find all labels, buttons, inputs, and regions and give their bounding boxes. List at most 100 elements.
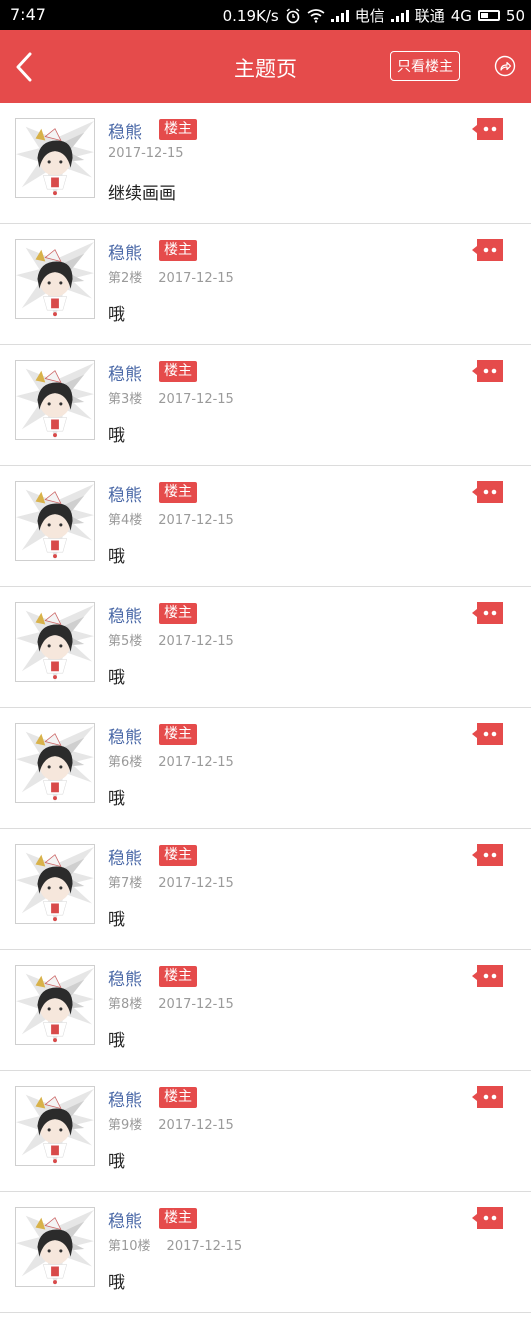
avatar[interactable] bbox=[15, 1207, 95, 1287]
op-badge: 楼主 bbox=[159, 482, 197, 503]
floor-number: 第6楼 bbox=[108, 755, 143, 770]
post-item[interactable]: 稳熊 楼主 第8楼 2017-12-15 哦 bbox=[0, 950, 531, 1071]
share-button[interactable] bbox=[494, 55, 516, 77]
author-name[interactable]: 稳熊 bbox=[108, 844, 142, 869]
only-op-button[interactable]: 只看楼主 bbox=[390, 51, 460, 81]
post-content: 哦 bbox=[108, 668, 125, 688]
avatar-image bbox=[16, 724, 94, 802]
author-name[interactable]: 稳熊 bbox=[108, 239, 142, 264]
avatar-image bbox=[16, 845, 94, 923]
avatar[interactable] bbox=[15, 723, 95, 803]
post-date: 2017-12-15 bbox=[108, 146, 184, 161]
author-name[interactable]: 稳熊 bbox=[108, 602, 142, 627]
author-name[interactable]: 稳熊 bbox=[108, 1086, 142, 1111]
post-meta: 第6楼 2017-12-15 bbox=[108, 751, 234, 770]
comment-icon bbox=[472, 239, 503, 261]
post-item[interactable]: 稳熊 楼主 2017-12-15 继续画画 bbox=[0, 103, 531, 224]
comment-icon bbox=[472, 1086, 503, 1108]
reply-button[interactable] bbox=[471, 1084, 505, 1110]
post-meta: 第7楼 2017-12-15 bbox=[108, 872, 234, 891]
post-item[interactable]: 稳熊 楼主 第9楼 2017-12-15 哦 bbox=[0, 1071, 531, 1192]
avatar[interactable] bbox=[15, 118, 95, 198]
post-item[interactable]: 稳熊 楼主 第10楼 2017-12-15 哦 bbox=[0, 1192, 531, 1313]
author-name[interactable]: 稳熊 bbox=[108, 1207, 142, 1232]
alarm-icon bbox=[286, 7, 300, 23]
signal-icon bbox=[390, 9, 409, 22]
post-date: 2017-12-15 bbox=[158, 997, 234, 1012]
author-name[interactable]: 稳熊 bbox=[108, 481, 142, 506]
op-badge: 楼主 bbox=[159, 1087, 197, 1108]
post-meta: 第3楼 2017-12-15 bbox=[108, 388, 234, 407]
floor-number: 第8楼 bbox=[108, 997, 143, 1012]
op-badge: 楼主 bbox=[159, 966, 197, 987]
post-item[interactable]: 稳熊 楼主 第2楼 2017-12-15 哦 bbox=[0, 224, 531, 345]
post-content: 哦 bbox=[108, 1031, 125, 1051]
avatar[interactable] bbox=[15, 965, 95, 1045]
floor-number: 第4楼 bbox=[108, 513, 143, 528]
post-item[interactable]: 稳熊 楼主 第7楼 2017-12-15 哦 bbox=[0, 829, 531, 950]
floor-number: 第7楼 bbox=[108, 876, 143, 891]
carrier-2: 联通 bbox=[414, 7, 445, 25]
battery-level: 50 bbox=[505, 6, 525, 25]
post-date: 2017-12-15 bbox=[158, 271, 234, 286]
avatar-image bbox=[16, 361, 94, 439]
comment-icon bbox=[472, 360, 503, 382]
comment-icon bbox=[472, 1207, 503, 1229]
comment-icon bbox=[472, 118, 503, 140]
op-badge: 楼主 bbox=[159, 603, 197, 624]
author-name[interactable]: 稳熊 bbox=[108, 360, 142, 385]
comment-icon bbox=[472, 965, 503, 987]
avatar[interactable] bbox=[15, 239, 95, 319]
status-time: 7:47 bbox=[10, 5, 46, 24]
author-name[interactable]: 稳熊 bbox=[108, 723, 142, 748]
reply-button[interactable] bbox=[471, 479, 505, 505]
avatar-image bbox=[16, 603, 94, 681]
op-badge: 楼主 bbox=[159, 1208, 197, 1229]
avatar[interactable] bbox=[15, 602, 95, 682]
avatar[interactable] bbox=[15, 1086, 95, 1166]
post-meta: 第9楼 2017-12-15 bbox=[108, 1114, 234, 1133]
post-item[interactable]: 稳熊 楼主 第6楼 2017-12-15 哦 bbox=[0, 708, 531, 829]
comment-icon bbox=[472, 844, 503, 866]
post-date: 2017-12-15 bbox=[158, 876, 234, 891]
post-content: 哦 bbox=[108, 547, 125, 567]
post-content: 哦 bbox=[108, 426, 125, 446]
reply-button[interactable] bbox=[471, 600, 505, 626]
reply-button[interactable] bbox=[471, 963, 505, 989]
op-badge: 楼主 bbox=[159, 361, 197, 382]
post-meta: 第8楼 2017-12-15 bbox=[108, 993, 234, 1012]
network-speed: 0.19K/s bbox=[222, 6, 279, 25]
reply-button[interactable] bbox=[471, 237, 505, 263]
avatar-image bbox=[16, 1087, 94, 1165]
wifi-icon bbox=[307, 8, 325, 23]
post-date: 2017-12-15 bbox=[166, 1239, 243, 1254]
post-meta: 第2楼 2017-12-15 bbox=[108, 267, 234, 286]
battery-icon bbox=[477, 10, 500, 21]
avatar[interactable] bbox=[15, 481, 95, 561]
op-badge: 楼主 bbox=[159, 724, 197, 745]
post-item[interactable]: 稳熊 楼主 第3楼 2017-12-15 哦 bbox=[0, 345, 531, 466]
carrier-1: 电信 bbox=[354, 7, 385, 25]
post-meta: 第4楼 2017-12-15 bbox=[108, 509, 234, 528]
reply-button[interactable] bbox=[471, 842, 505, 868]
floor-number: 第3楼 bbox=[108, 392, 143, 407]
author-name[interactable]: 稳熊 bbox=[108, 965, 142, 990]
reply-button[interactable] bbox=[471, 116, 505, 142]
post-date: 2017-12-15 bbox=[158, 755, 234, 770]
author-name[interactable]: 稳熊 bbox=[108, 118, 142, 143]
post-content: 哦 bbox=[108, 910, 125, 930]
post-item[interactable]: 稳熊 楼主 第5楼 2017-12-15 哦 bbox=[0, 587, 531, 708]
floor-number: 第9楼 bbox=[108, 1118, 143, 1133]
comment-icon bbox=[472, 602, 503, 624]
avatar[interactable] bbox=[15, 360, 95, 440]
reply-button[interactable] bbox=[471, 358, 505, 384]
reply-button[interactable] bbox=[471, 1205, 505, 1231]
avatar[interactable] bbox=[15, 844, 95, 924]
post-item[interactable]: 稳熊 楼主 第4楼 2017-12-15 哦 bbox=[0, 466, 531, 587]
post-content: 继续画画 bbox=[108, 184, 176, 204]
post-date: 2017-12-15 bbox=[158, 392, 234, 407]
reply-button[interactable] bbox=[471, 721, 505, 747]
status-right: 0.19K/s 电信 联通 4G 50 bbox=[223, 5, 525, 26]
post-content: 哦 bbox=[108, 1273, 125, 1293]
comment-icon bbox=[472, 481, 503, 503]
